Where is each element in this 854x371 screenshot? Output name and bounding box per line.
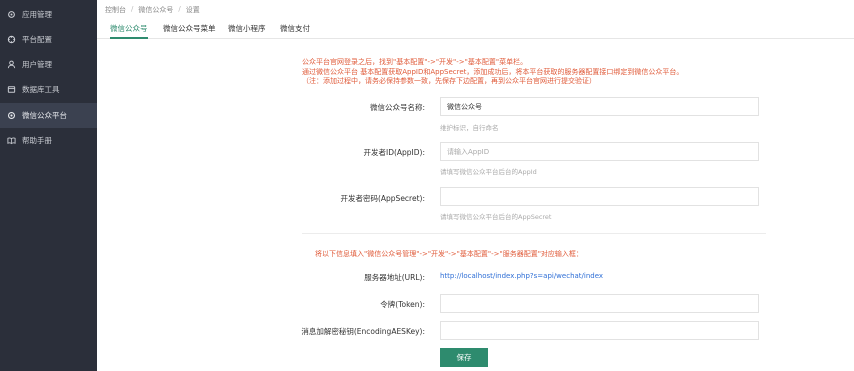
- aes-key-label: 消息加解密秘钥(EncodingAESKey):: [301, 327, 425, 336]
- server-url-value: http://localhost/index.php?s=api/wechat/…: [440, 272, 604, 280]
- secret-input[interactable]: [440, 187, 759, 206]
- server-config-notice: 将以下信息填入"微信公众号管理"->"开发"->"基本配置"->"服务器配置"对…: [315, 250, 583, 258]
- wechat-icon: [6, 111, 16, 121]
- user-icon: [6, 60, 16, 70]
- secret-hint: 请填写微信公众平台后台的AppSecret: [440, 213, 552, 221]
- appid-hint: 请填写微信公众平台后台的AppId: [440, 168, 537, 176]
- secret-label: 开发者密码(AppSecret):: [340, 194, 425, 203]
- name-hint: 维护标识，自行命名: [440, 124, 499, 132]
- sidebar-item-user-management[interactable]: 用户管理: [0, 52, 97, 77]
- sidebar-item-wechat-platform[interactable]: 微信公众平台: [0, 103, 97, 128]
- breadcrumb-separator: /: [178, 5, 181, 13]
- tab-mini-program[interactable]: 微信小程序: [228, 23, 266, 39]
- tab-wechat-pay[interactable]: 微信支付: [280, 23, 310, 39]
- sidebar-item-database-tools[interactable]: 数据库工具: [0, 77, 97, 102]
- breadcrumb-item-wechat[interactable]: 微信公众号: [138, 5, 173, 15]
- token-label: 令牌(Token):: [380, 300, 425, 309]
- notice-line: 公众平台官网登录之后，找到"基本配置"->"开发"->"基本配置"菜单栏。: [302, 58, 528, 66]
- aes-key-input[interactable]: [440, 321, 759, 340]
- name-label: 微信公众号名称:: [369, 103, 425, 112]
- sidebar-item-app-management[interactable]: 应用管理: [0, 2, 97, 27]
- section-divider: [302, 233, 766, 234]
- url-label: 服务器地址(URL):: [364, 273, 425, 282]
- name-field[interactable]: 微信公众号: [440, 97, 759, 116]
- sidebar-item-label: 用户管理: [22, 60, 52, 69]
- token-input[interactable]: [440, 294, 759, 313]
- breadcrumb-item-console[interactable]: 控制台: [105, 5, 126, 15]
- tab-wechat-official[interactable]: 微信公众号: [110, 23, 148, 39]
- sidebar-item-label: 平台配置: [22, 35, 52, 44]
- tab-wechat-menu[interactable]: 微信公众号菜单: [163, 23, 216, 39]
- setup-notice: 公众平台官网登录之后，找到"基本配置"->"开发"->"基本配置"菜单栏。 通过…: [302, 58, 722, 87]
- breadcrumb-item-settings: 设置: [185, 6, 200, 14]
- database-icon: [6, 85, 16, 95]
- sidebar: 应用管理 平台配置 用户管理 数据库工具 微信公众平台 帮助手册: [0, 0, 97, 371]
- appid-label: 开发者ID(AppID):: [363, 148, 425, 157]
- breadcrumb-separator: /: [131, 5, 134, 13]
- notice-line: （注：添加过程中，请务必保持参数一致，先保存下边配置，再到公众平台官网进行提交验…: [302, 77, 596, 85]
- sidebar-item-platform-config[interactable]: 平台配置: [0, 27, 97, 52]
- settings-icon: [6, 35, 16, 45]
- main-content: 控制台 / 微信公众号 / 设置 微信公众号 微信公众号菜单 微信小程序 微信支…: [97, 0, 854, 371]
- appid-input[interactable]: [440, 142, 759, 161]
- book-icon: [6, 136, 16, 146]
- sidebar-item-label: 微信公众平台: [22, 111, 67, 120]
- breadcrumb: 控制台 / 微信公众号 / 设置: [105, 5, 200, 15]
- notice-line: 通过微信公众平台 基本配置获取AppID和AppSecret，添加成功后，将本平…: [302, 67, 684, 76]
- sidebar-item-label: 数据库工具: [22, 85, 60, 94]
- tab-bar: 微信公众号 微信公众号菜单 微信小程序 微信支付: [97, 17, 854, 39]
- save-button[interactable]: 保存: [440, 348, 488, 367]
- sidebar-item-label: 帮助手册: [22, 136, 52, 145]
- sidebar-item-label: 应用管理: [22, 10, 52, 19]
- sidebar-item-help-manual[interactable]: 帮助手册: [0, 128, 97, 153]
- gear-icon: [6, 10, 16, 20]
